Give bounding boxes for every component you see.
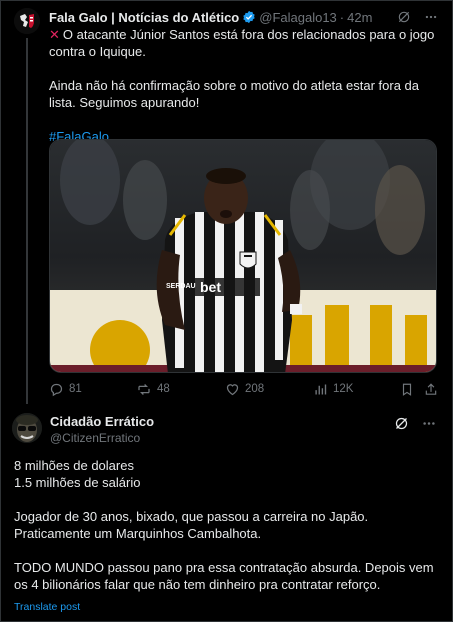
verified-badge-icon: [242, 10, 256, 24]
repost-action[interactable]: 48: [136, 381, 170, 397]
reply-text: 8 milhões de dolares 1.5 milhões de salá…: [14, 457, 441, 593]
views-icon: [313, 382, 328, 397]
grok-icon[interactable]: [394, 416, 409, 436]
bookmark-action[interactable]: [400, 381, 414, 397]
views-count: 12K: [333, 383, 354, 395]
reply-count: 81: [69, 383, 82, 395]
reply-author-handle[interactable]: @CitizenErratico: [50, 431, 140, 445]
more-icon[interactable]: [421, 416, 437, 436]
repost-count: 48: [157, 383, 170, 395]
more-icon[interactable]: [423, 10, 439, 24]
like-action[interactable]: 208: [225, 381, 264, 397]
grok-icon[interactable]: [397, 10, 411, 24]
author-handle[interactable]: @Falagalo13: [259, 10, 337, 25]
tweet-actions: 81 48 208 12K: [49, 381, 439, 397]
author-name[interactable]: Fala Galo | Notícias do Atlético: [49, 10, 239, 25]
share-icon: [424, 382, 438, 397]
tweet-parent[interactable]: Fala Galo | Notícias do Atlético @Falaga…: [0, 0, 453, 405]
tweet-line-1: O atacante Júnior Santos está fora dos r…: [49, 27, 435, 59]
reply-action[interactable]: 81: [49, 381, 82, 397]
tweet-text: ✕ O atacante Júnior Santos está fora dos …: [49, 26, 437, 145]
jersey-sponsor-text-2: SERDAU: [166, 283, 196, 290]
jersey-sponsor-text: bet: [200, 279, 221, 295]
tweet-time[interactable]: 42m: [347, 10, 372, 25]
reply-header-icons: [394, 416, 437, 436]
like-icon: [225, 382, 240, 397]
reply-line: Jogador de 30 anos, bixado, que passou a…: [14, 509, 369, 541]
x-mark-icon: ✕: [49, 27, 60, 42]
repost-icon: [136, 382, 152, 397]
tweet-photo[interactable]: bet SERDAU: [49, 139, 437, 373]
dot-separator: ·: [339, 9, 345, 25]
reply-author-avatar[interactable]: [12, 413, 42, 443]
views-action[interactable]: 12K: [313, 381, 353, 397]
author-avatar[interactable]: [14, 8, 40, 34]
reply-line: 8 milhões de dolares: [14, 458, 134, 473]
reply-line: 1.5 milhões de salário: [14, 475, 141, 490]
photo-player-illustration: bet SERDAU: [50, 140, 436, 372]
thread-connector: [26, 38, 28, 404]
reply-icon: [49, 382, 64, 397]
translate-post-link[interactable]: Translate post: [14, 601, 80, 613]
tweet-header: Fala Galo | Notícias do Atlético @Falaga…: [49, 8, 439, 26]
reply-line: TODO MUNDO passou pano pra essa contrata…: [14, 560, 434, 592]
reply-author-name[interactable]: Cidadão Errático: [50, 414, 154, 429]
tweet-line-2: Ainda não há confirmação sobre o motivo …: [49, 78, 419, 110]
like-count: 208: [245, 383, 265, 395]
bookmark-icon: [400, 382, 414, 397]
share-action[interactable]: [424, 381, 438, 397]
